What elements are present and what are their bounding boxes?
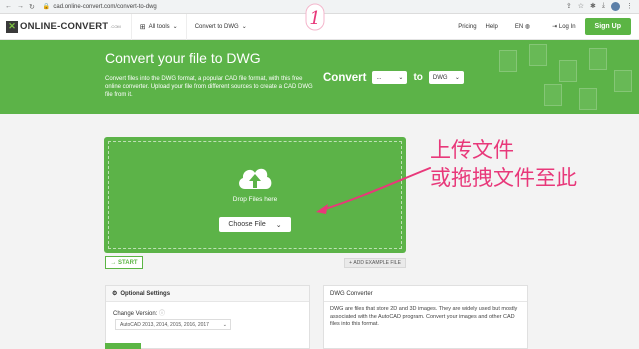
- add-example-label: ADD EXAMPLE FILE: [353, 260, 401, 266]
- chevron-down-icon: ⌄: [275, 221, 282, 229]
- address-bar[interactable]: 🔒 cad.online-convert.com/convert-to-dwg: [42, 3, 157, 11]
- start-label: START: [118, 259, 138, 266]
- annotation-text: 上传文件 或拖拽文件至此: [430, 136, 577, 192]
- avatar[interactable]: [611, 2, 620, 11]
- convert-to-label: Convert to DWG: [194, 23, 239, 30]
- convert-to-button[interactable]: Convert to DWG ⌄: [185, 13, 255, 40]
- globe-icon: ◍: [524, 24, 531, 30]
- annotation-line-2: 或拖拽文件至此: [430, 166, 577, 190]
- converter-selector: Convert ... ⌄ to DWG ⌄: [323, 71, 464, 84]
- file-icon: [559, 60, 577, 82]
- optional-settings-panel: ⚙ Optional Settings Change Version: ⓘ Au…: [105, 285, 310, 349]
- language-label: EN: [514, 24, 524, 30]
- annotation-arrow: [316, 167, 431, 214]
- optional-settings-header[interactable]: ⚙ Optional Settings: [106, 286, 309, 302]
- convert-label: Convert: [323, 71, 367, 84]
- annotation-marker-number: 1: [309, 8, 320, 29]
- forward-arrow-icon[interactable]: →: [17, 3, 24, 11]
- grid-icon: ⊞: [139, 23, 146, 31]
- file-icon: [529, 44, 547, 66]
- cloud-upload-icon: [239, 168, 272, 189]
- logo-text: ONLINE-CONVERT: [20, 21, 109, 32]
- menu-icon[interactable]: ⋮: [626, 2, 633, 11]
- file-icon: [579, 88, 597, 110]
- site-logo[interactable]: ✕ ONLINE-CONVERT .COM: [6, 20, 121, 33]
- version-value: AutoCAD 2013, 2014, 2015, 2016, 2017: [120, 321, 209, 328]
- login-label: Log In: [558, 24, 576, 30]
- start-button-bottom[interactable]: [105, 343, 141, 349]
- login-link[interactable]: ⇥ Log In: [552, 23, 575, 30]
- add-example-file-button[interactable]: + ADD EXAMPLE FILE: [344, 258, 406, 268]
- change-version-label: Change Version: ⓘ: [113, 311, 166, 317]
- hero-banner: Convert your file to DWG Convert files i…: [0, 40, 639, 114]
- file-icon: [614, 70, 632, 92]
- version-select[interactable]: AutoCAD 2013, 2014, 2015, 2016, 2017 ⌄: [115, 319, 231, 330]
- browser-actions: ⇪ ☆ ✱ ⤓ ⋮: [566, 2, 633, 11]
- decorative-file-icons: [489, 40, 639, 114]
- choose-file-label: Choose File: [228, 221, 266, 228]
- page-title: Convert your file to DWG: [105, 50, 261, 66]
- annotation-line-1: 上传文件: [430, 138, 514, 162]
- file-icon: [544, 84, 562, 106]
- back-arrow-icon[interactable]: ←: [5, 3, 12, 11]
- annotation-marker: 1: [305, 3, 325, 31]
- to-format-select[interactable]: DWG ⌄: [428, 71, 464, 84]
- choose-file-button[interactable]: Choose File ⌄: [219, 217, 291, 232]
- browser-nav: ← → ↻: [0, 3, 35, 11]
- optional-settings-title: Optional Settings: [120, 290, 171, 297]
- chevron-down-icon: ⌄: [172, 24, 178, 30]
- converter-info-title: DWG Converter: [324, 286, 527, 302]
- url-text: cad.online-convert.com/convert-to-dwg: [53, 3, 157, 10]
- chevron-down-icon: ⌄: [241, 24, 247, 30]
- to-format-value: DWG: [432, 74, 448, 81]
- to-label: to: [413, 72, 423, 83]
- from-format-value: ...: [376, 74, 382, 81]
- signup-button[interactable]: Sign Up: [584, 18, 631, 35]
- download-icon[interactable]: ⤓: [602, 2, 605, 11]
- share-icon[interactable]: ⇪: [566, 2, 572, 11]
- file-icon: [499, 50, 517, 72]
- reload-icon[interactable]: ↻: [29, 3, 35, 11]
- arrow-right-icon: →: [110, 259, 119, 266]
- chevron-down-icon: ⌄: [398, 75, 404, 81]
- help-link[interactable]: Help: [486, 24, 498, 30]
- all-tools-label: All tools: [148, 23, 170, 30]
- file-icon: [589, 48, 607, 70]
- hero-description: Convert files into the DWG format, a pop…: [105, 76, 313, 98]
- gear-icon: ⚙: [112, 291, 118, 297]
- pricing-link[interactable]: Pricing: [458, 24, 476, 30]
- language-selector[interactable]: EN ◍: [515, 23, 530, 30]
- start-button[interactable]: → START: [105, 256, 143, 269]
- converter-info-text: DWG are files that store 2D and 3D image…: [330, 306, 518, 327]
- extension-icon[interactable]: ✱: [590, 2, 596, 11]
- logo-sub: .COM: [110, 24, 121, 29]
- star-icon[interactable]: ☆: [578, 2, 584, 11]
- chevron-down-icon: ⌄: [454, 75, 460, 81]
- chevron-down-icon: ⌄: [222, 321, 227, 328]
- lock-icon: 🔒: [42, 4, 51, 10]
- login-icon: ⇥: [552, 24, 558, 30]
- from-format-select[interactable]: ... ⌄: [372, 71, 408, 84]
- converter-info-panel: DWG Converter DWG are files that store 2…: [323, 285, 528, 349]
- logo-mark-icon: ✕: [6, 20, 18, 33]
- all-tools-button[interactable]: ⊞ All tools ⌄: [130, 13, 186, 40]
- info-icon[interactable]: ⓘ: [159, 311, 165, 317]
